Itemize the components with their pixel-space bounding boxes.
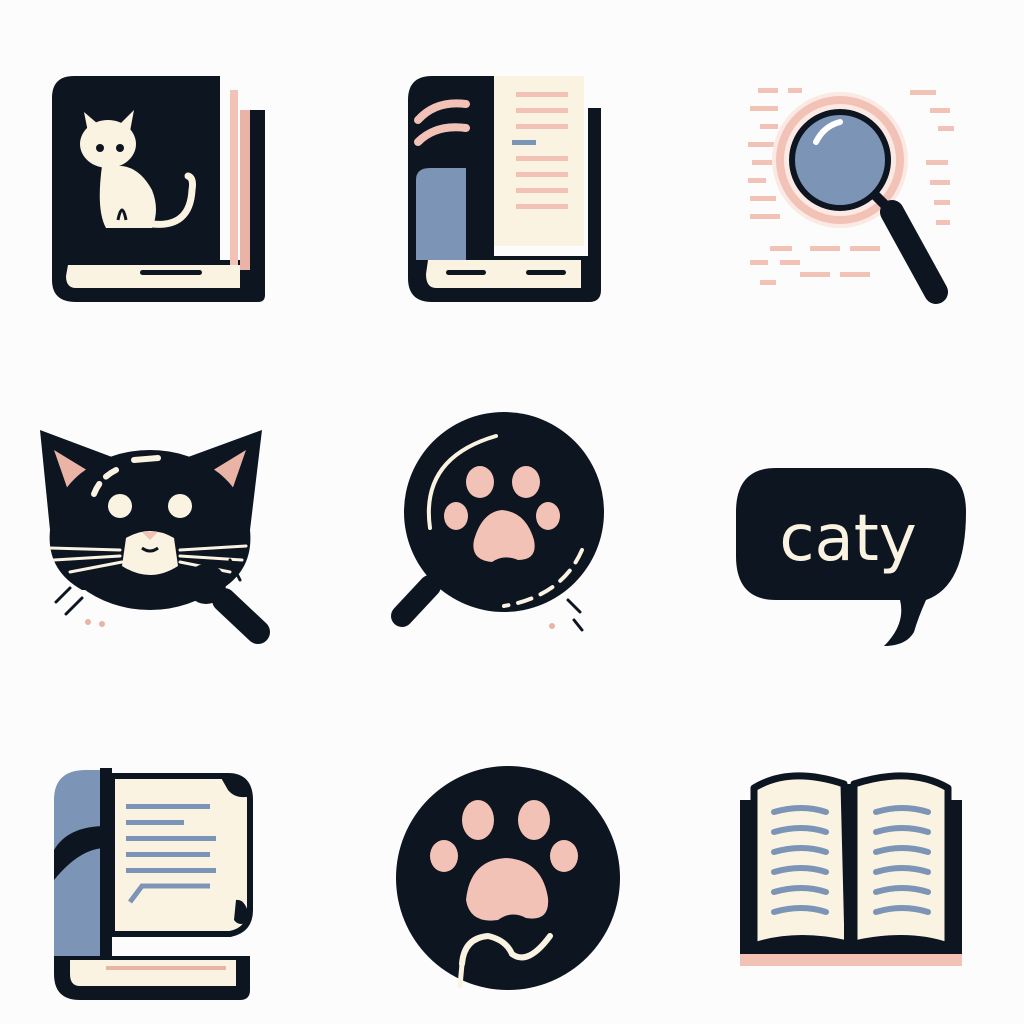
book-icon — [396, 60, 656, 320]
paw-magnifier-icon — [386, 410, 646, 670]
magnifier-search-icon — [740, 60, 1000, 320]
cat-book-icon — [40, 60, 300, 320]
icon-sheet: caty — [0, 0, 1024, 1024]
document-book-icon — [40, 760, 300, 1020]
open-book-icon — [730, 760, 990, 1020]
paw-circle-icon — [378, 760, 638, 1020]
caty-text: caty — [779, 502, 916, 576]
caty-speech-bubble-icon: caty — [730, 440, 990, 700]
cat-face-magnifier-icon — [30, 420, 290, 680]
